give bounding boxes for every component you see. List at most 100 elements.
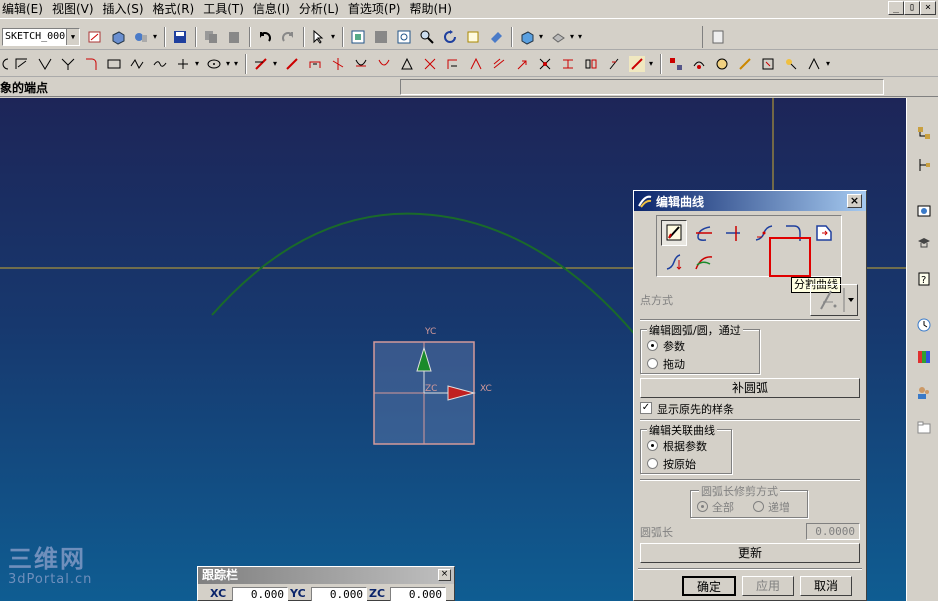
view-orient-icon[interactable]	[547, 26, 569, 48]
menu-format[interactable]: 格式(R)	[151, 1, 202, 18]
chevron-down-icon[interactable]: ▾	[195, 59, 203, 68]
inferred-constraint-icon[interactable]	[757, 53, 779, 75]
chevron-down-icon[interactable]: ▾	[570, 32, 578, 41]
training-icon[interactable]	[914, 232, 934, 254]
arc-drag-radio[interactable]	[647, 358, 658, 369]
roles-icon[interactable]	[914, 382, 934, 404]
apply-button[interactable]: 应用	[742, 576, 794, 596]
paste-icon[interactable]	[223, 26, 245, 48]
mirror-icon[interactable]	[396, 53, 418, 75]
help-icon[interactable]: ?	[914, 268, 934, 290]
chevron-down-icon[interactable]: ▾	[226, 59, 234, 68]
tracking-bar-close-button[interactable]: ×	[438, 569, 451, 581]
palette-icon[interactable]	[914, 346, 934, 368]
fixed-icon[interactable]	[603, 53, 625, 75]
zoom-region-icon[interactable]	[393, 26, 415, 48]
by-param-radio[interactable]	[647, 440, 658, 451]
zoom-icon[interactable]	[416, 26, 438, 48]
rotate-icon[interactable]	[439, 26, 461, 48]
by-original-radio[interactable]	[647, 458, 658, 469]
sketch-icon[interactable]	[84, 26, 106, 48]
chevron-down-icon[interactable]: ▾	[649, 59, 657, 68]
project-icon[interactable]	[419, 53, 441, 75]
dialog-close-button[interactable]: ×	[847, 194, 862, 208]
rectangle-icon[interactable]	[103, 53, 125, 75]
sketch-name-combo[interactable]: SKETCH_000 ▼	[2, 27, 80, 46]
auto-constrain-icon[interactable]	[626, 53, 648, 75]
trim-all-radio[interactable]	[697, 501, 708, 512]
point-method-button[interactable]	[810, 284, 858, 316]
spline-icon[interactable]	[149, 53, 171, 75]
show-constraints-icon[interactable]	[665, 53, 687, 75]
trim-corner-button[interactable]	[721, 220, 747, 246]
chevron-down-icon[interactable]: ▾	[826, 59, 834, 68]
select-filter-icon[interactable]	[308, 26, 330, 48]
polyline-icon[interactable]	[126, 53, 148, 75]
menu-analysis[interactable]: 分析(L)	[297, 1, 346, 18]
tangent-icon[interactable]	[534, 53, 556, 75]
menu-info[interactable]: 信息(I)	[251, 1, 297, 18]
point-icon[interactable]	[172, 53, 194, 75]
folder-icon[interactable]	[914, 416, 934, 438]
edit-curve-params-icon[interactable]	[281, 53, 303, 75]
menu-help[interactable]: 帮助(H)	[408, 1, 459, 18]
chevron-down-icon[interactable]: ▾	[234, 59, 242, 68]
ellipse-icon[interactable]	[203, 53, 225, 75]
profile-icon[interactable]	[11, 53, 33, 75]
zoom-window-icon[interactable]	[370, 26, 392, 48]
perpendicular-icon[interactable]	[511, 53, 533, 75]
chevron-down-icon[interactable]: ▾	[273, 59, 281, 68]
trim-increment-radio[interactable]	[753, 501, 764, 512]
fillet-icon[interactable]	[80, 53, 102, 75]
collinear-icon[interactable]	[557, 53, 579, 75]
render-style-icon[interactable]	[516, 26, 538, 48]
browser-icon[interactable]	[914, 200, 934, 222]
edit-curve-icon[interactable]	[250, 53, 272, 75]
arc-param-radio[interactable]	[647, 340, 658, 351]
part-navigator-icon[interactable]	[914, 154, 934, 176]
animate-dimension-icon[interactable]	[711, 53, 733, 75]
offset-icon[interactable]	[373, 53, 395, 75]
pan-icon[interactable]	[462, 26, 484, 48]
undo-icon[interactable]	[254, 26, 276, 48]
xc-coord-field[interactable]: 0.000	[232, 587, 288, 601]
assembly-navigator-icon[interactable]	[914, 122, 934, 144]
feature-icon[interactable]	[130, 26, 152, 48]
tracking-bar-title[interactable]: 跟踪栏	[198, 567, 454, 584]
extend-icon[interactable]	[327, 53, 349, 75]
history-icon[interactable]	[914, 314, 934, 336]
corner-icon[interactable]	[350, 53, 372, 75]
chevron-down-icon[interactable]: ▾	[153, 32, 161, 41]
trim-curve-button[interactable]	[691, 220, 717, 246]
chevron-down-icon[interactable]: ▾	[331, 32, 339, 41]
arc-length-field[interactable]: 0.0000	[806, 523, 860, 540]
minimize-button[interactable]: _	[888, 1, 904, 15]
menu-insert[interactable]: 插入(S)	[101, 1, 151, 18]
chevron-down-icon[interactable]: ▾	[539, 32, 547, 41]
convert-reference-icon[interactable]	[734, 53, 756, 75]
edit-curve-params-button[interactable]	[661, 220, 687, 246]
fit-icon[interactable]	[347, 26, 369, 48]
alternate-solution-icon[interactable]	[688, 53, 710, 75]
create-inferred-icon[interactable]	[780, 53, 802, 75]
copy-icon[interactable]	[200, 26, 222, 48]
constraint-icon[interactable]	[442, 53, 464, 75]
trim-icon[interactable]	[304, 53, 326, 75]
solid-block-icon[interactable]	[107, 26, 129, 48]
arc-icon[interactable]	[57, 53, 79, 75]
redo-icon[interactable]	[277, 26, 299, 48]
stretch-curve-button[interactable]	[811, 220, 837, 246]
dimension-icon[interactable]	[465, 53, 487, 75]
supplement-arc-button[interactable]: 补圆弧	[640, 378, 860, 398]
update-button[interactable]: 更新	[640, 543, 860, 563]
restore-button[interactable]: ▯	[904, 1, 920, 15]
reattach-icon[interactable]	[803, 53, 825, 75]
smooth-spline-button[interactable]	[691, 249, 717, 275]
menu-view[interactable]: 视图(V)	[50, 1, 101, 18]
chevron-down-icon[interactable]: ▼	[66, 28, 79, 45]
close-window-button[interactable]: ×	[920, 1, 936, 15]
menu-edit[interactable]: 编辑(E)	[0, 1, 50, 18]
circle-icon[interactable]	[0, 53, 10, 75]
ok-button[interactable]: 确定	[682, 576, 736, 596]
yc-coord-field[interactable]: 0.000	[311, 587, 367, 601]
